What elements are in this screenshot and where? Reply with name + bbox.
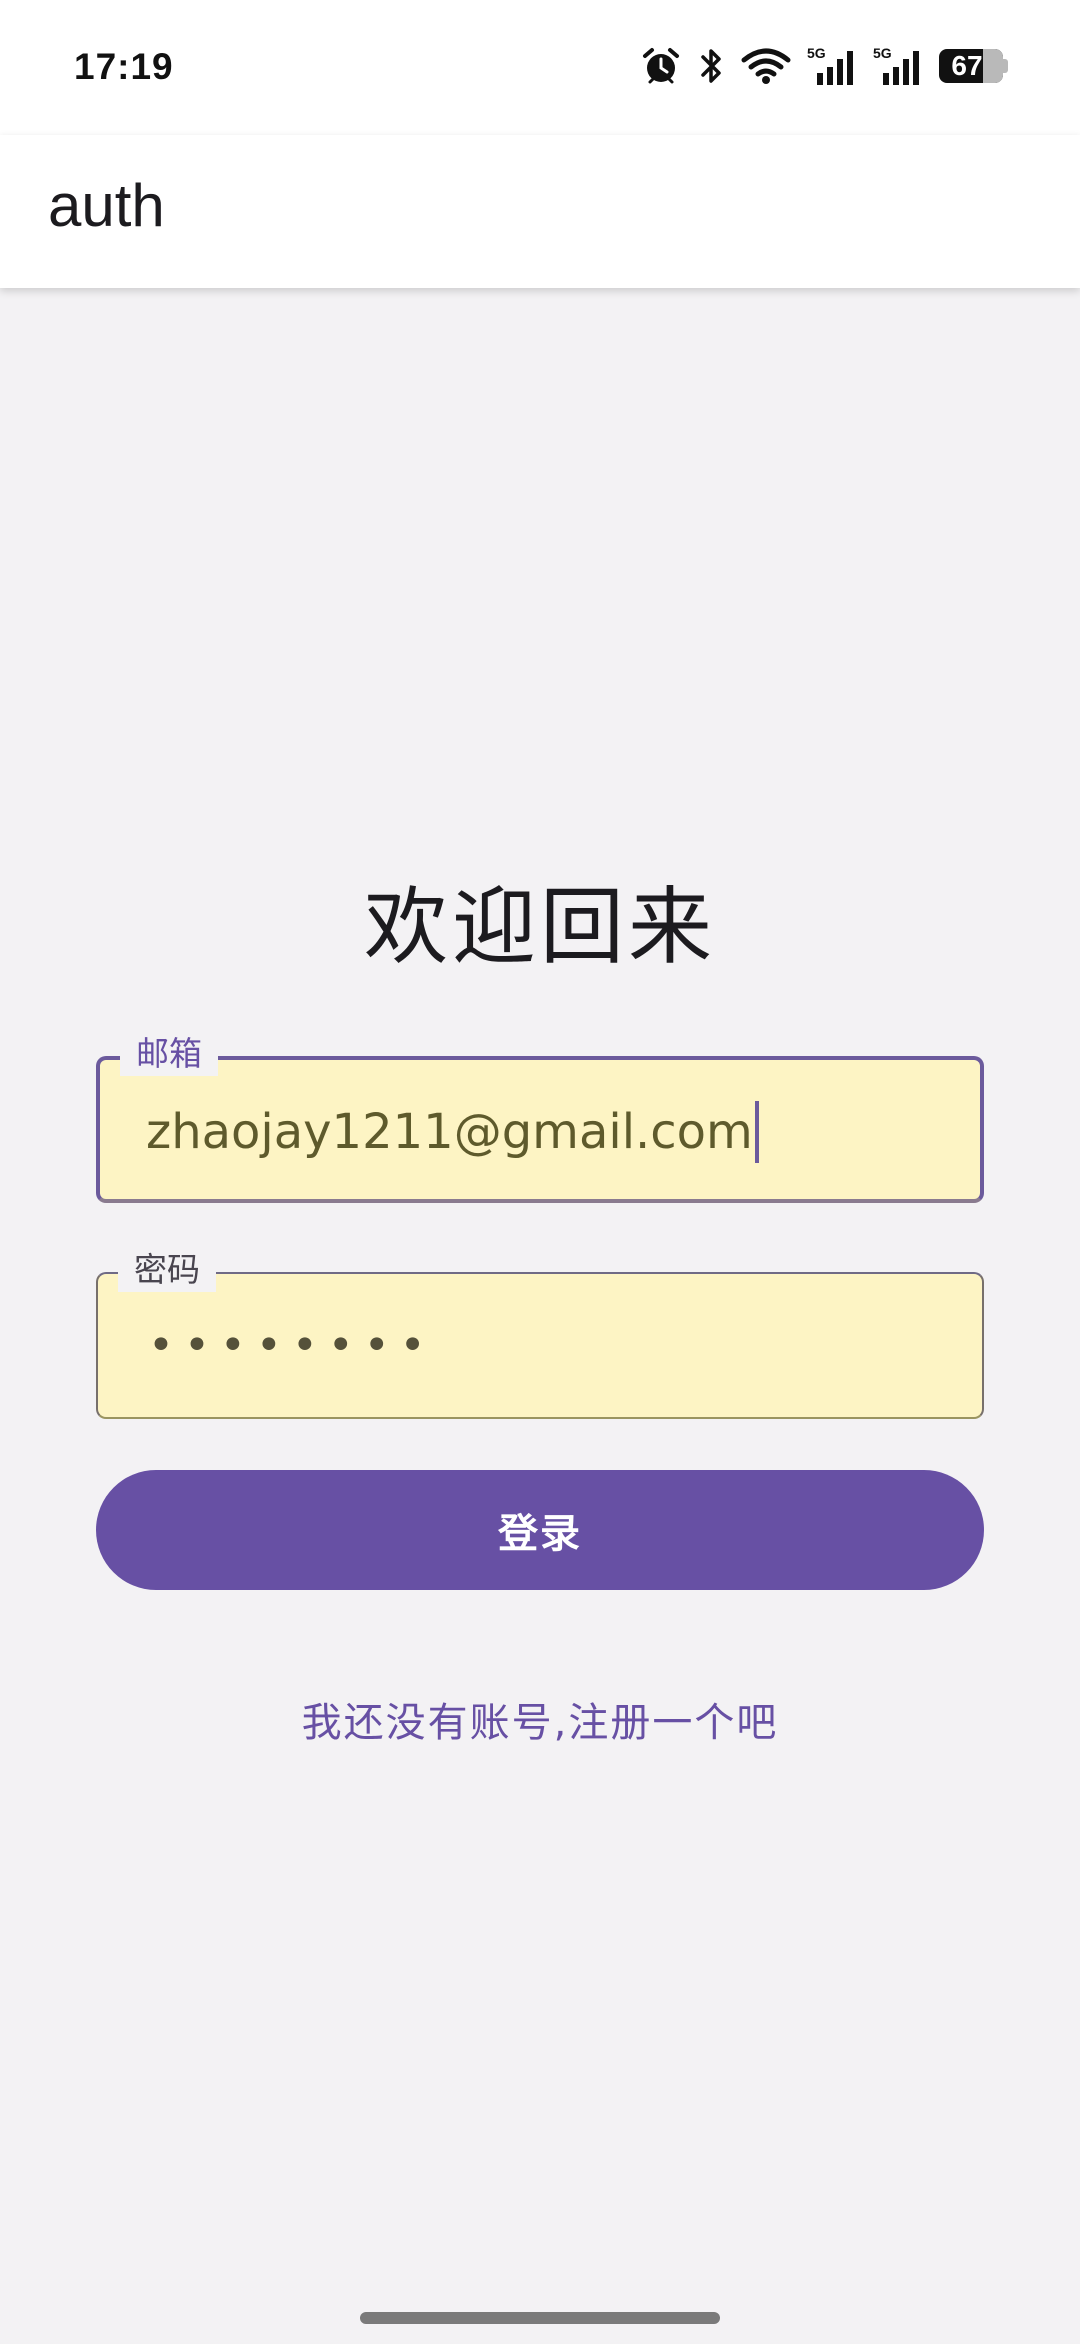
password-input[interactable]: •••••••• xyxy=(148,1320,436,1371)
text-cursor xyxy=(754,1101,759,1163)
email-input[interactable]: zhaojay1211@gmail.com xyxy=(146,1101,950,1163)
app-title: auth xyxy=(48,172,165,239)
email-label: 邮箱 xyxy=(120,1032,218,1076)
status-bar: 17:19 5G 5G 67 xyxy=(0,0,1080,135)
signal-5g-icon: 5G xyxy=(873,45,923,87)
svg-text:5G: 5G xyxy=(807,45,826,61)
login-button[interactable]: 登录 xyxy=(96,1470,984,1590)
password-label: 密码 xyxy=(118,1248,216,1292)
wifi-icon xyxy=(741,46,791,86)
battery-icon: 67 xyxy=(939,49,1008,83)
email-field[interactable]: 邮箱 zhaojay1211@gmail.com xyxy=(96,1032,984,1203)
welcome-heading: 欢迎回来 xyxy=(363,878,716,976)
home-indicator[interactable] xyxy=(360,2312,720,2324)
svg-text:5G: 5G xyxy=(873,45,892,61)
register-link[interactable]: 我还没有账号,注册一个吧 xyxy=(0,1690,1080,1748)
password-field[interactable]: 密码 •••••••• xyxy=(96,1248,984,1419)
signal-5g-icon: 5G xyxy=(807,45,857,87)
app-bar: auth xyxy=(0,135,1080,288)
login-button-label: 登录 xyxy=(498,1511,582,1557)
status-time: 17:19 xyxy=(74,46,174,87)
email-value: zhaojay1211@gmail.com xyxy=(146,1104,753,1160)
battery-level: 67 xyxy=(951,50,983,81)
alarm-icon xyxy=(641,46,681,86)
status-icons: 5G 5G 67 xyxy=(641,44,1008,88)
bluetooth-icon xyxy=(697,46,725,86)
